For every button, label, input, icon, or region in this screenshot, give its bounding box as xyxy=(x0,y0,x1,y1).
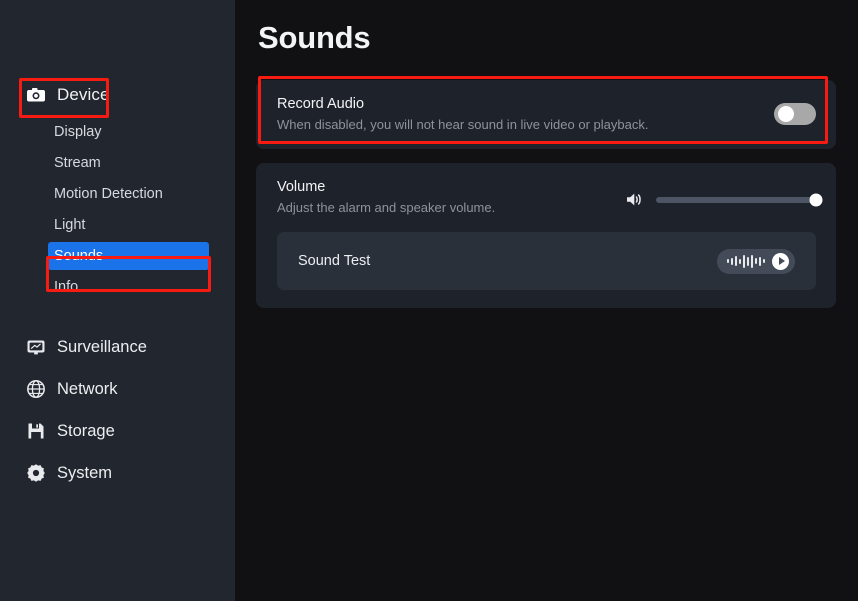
volume-control xyxy=(625,190,823,209)
volume-header: Volume Adjust the alarm and speaker volu… xyxy=(277,179,823,215)
record-audio-description: When disabled, you will not hear sound i… xyxy=(277,117,649,132)
volume-text: Volume Adjust the alarm and speaker volu… xyxy=(277,179,495,215)
gear-icon xyxy=(26,463,46,483)
sidebar-device-sublist: Display Stream Motion Detection Light So… xyxy=(0,118,235,301)
speaker-icon xyxy=(625,190,644,209)
sidebar-item-info[interactable]: Info xyxy=(48,273,209,301)
sidebar-item-sounds[interactable]: Sounds xyxy=(48,242,209,270)
globe-icon xyxy=(26,379,46,399)
sidebar-item-storage[interactable]: Storage xyxy=(0,416,235,446)
sidebar-item-label: System xyxy=(57,463,113,482)
volume-slider[interactable] xyxy=(656,193,823,206)
settings-window: Device Display Stream Motion Detection L… xyxy=(0,0,858,601)
record-audio-text: Record Audio When disabled, you will not… xyxy=(277,96,648,132)
sidebar-item-label: Network xyxy=(57,379,118,398)
monitor-icon xyxy=(26,337,46,357)
sound-test-label: Sound Test xyxy=(298,253,371,269)
sidebar-item-label: Surveillance xyxy=(57,337,147,356)
record-audio-toggle[interactable] xyxy=(774,103,816,125)
camera-icon xyxy=(26,85,46,105)
volume-description: Adjust the alarm and speaker volume. xyxy=(277,200,496,215)
volume-slider-thumb[interactable] xyxy=(809,193,823,206)
volume-card: Volume Adjust the alarm and speaker volu… xyxy=(256,163,836,308)
sidebar-navigation: Device Display Stream Motion Detection L… xyxy=(0,0,235,601)
sidebar-item-motion-detection[interactable]: Motion Detection xyxy=(48,180,209,208)
sidebar-item-display[interactable]: Display xyxy=(48,118,209,146)
sidebar-item-surveillance[interactable]: Surveillance xyxy=(0,332,235,362)
sound-test-row: Sound Test xyxy=(277,232,816,290)
sidebar-item-label: Info xyxy=(54,279,79,295)
record-audio-title: Record Audio xyxy=(277,96,365,112)
waveform-icon xyxy=(727,254,765,268)
sidebar-item-network[interactable]: Network xyxy=(0,374,235,404)
sidebar-item-stream[interactable]: Stream xyxy=(48,149,209,177)
sidebar-item-label: Stream xyxy=(54,155,101,171)
nav-divider-space xyxy=(0,304,235,320)
sidebar-group-device[interactable]: Device xyxy=(0,78,235,112)
sidebar-item-label: Light xyxy=(54,217,86,233)
sidebar-item-label: Motion Detection xyxy=(54,186,163,202)
sidebar-item-label: Storage xyxy=(57,421,115,440)
sidebar-item-label: Display xyxy=(54,124,102,140)
sidebar-item-light[interactable]: Light xyxy=(48,211,209,239)
play-icon xyxy=(772,252,789,270)
sidebar-group-device-label: Device xyxy=(57,85,110,104)
toggle-knob xyxy=(778,106,794,122)
volume-title: Volume xyxy=(277,179,326,195)
sound-test-play-button[interactable] xyxy=(717,248,795,274)
sidebar-item-system[interactable]: System xyxy=(0,458,235,488)
main-content: Sounds Record Audio When disabled, you w… xyxy=(235,0,858,601)
page-title: Sounds xyxy=(258,20,371,55)
record-audio-card: Record Audio When disabled, you will not… xyxy=(256,80,836,149)
sidebar-item-label: Sounds xyxy=(54,248,104,264)
floppy-disk-icon xyxy=(26,421,46,441)
